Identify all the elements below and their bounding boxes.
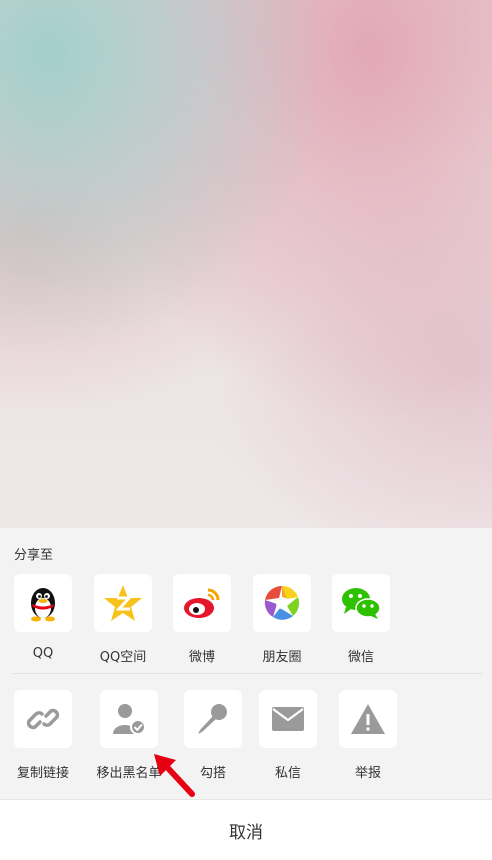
report-tile[interactable] xyxy=(339,690,397,748)
qq-tile[interactable] xyxy=(14,574,72,632)
report-label: 举报 xyxy=(354,766,381,781)
link-icon xyxy=(26,708,60,730)
share-moments-label: 朋友圈 xyxy=(262,650,302,665)
private-message-button[interactable]: 私信 xyxy=(253,690,323,781)
share-title: 分享至 xyxy=(14,548,54,563)
mail-icon xyxy=(272,707,304,731)
share-weibo-label: 微博 xyxy=(188,650,215,665)
red-arrow-annotation xyxy=(154,754,195,797)
microphone-icon xyxy=(198,704,227,734)
copy-link-tile[interactable] xyxy=(14,690,72,748)
weibo-icon xyxy=(184,588,220,618)
share-qq[interactable]: QQ xyxy=(8,574,78,661)
share-wechat[interactable]: 微信 xyxy=(326,574,396,665)
share-weibo[interactable]: 微博 xyxy=(167,574,237,665)
share-wechat-label: 微信 xyxy=(347,650,374,665)
user-check-icon xyxy=(113,704,146,735)
cancel-button[interactable]: 取消 xyxy=(0,799,492,860)
private-message-tile[interactable] xyxy=(259,690,317,748)
share-sheet: 分享至 QQ QQ空间 微博 朋友圈 微信 复制链接 移出黑名单 勾搭 私信 举… xyxy=(0,528,492,860)
share-moments[interactable]: 朋友圈 xyxy=(247,574,317,665)
wechat-icon xyxy=(342,588,381,619)
report-button[interactable]: 举报 xyxy=(333,690,403,781)
moments-aperture-icon xyxy=(264,585,300,620)
qzone-star-icon xyxy=(104,585,142,621)
remove-blacklist-tile[interactable] xyxy=(100,690,158,748)
copy-link-label: 复制链接 xyxy=(16,766,69,781)
section-divider xyxy=(12,673,482,674)
warning-icon xyxy=(351,704,385,734)
share-qzone-label: QQ空间 xyxy=(99,650,147,665)
qq-penguin-icon xyxy=(31,588,55,622)
copy-link-button[interactable]: 复制链接 xyxy=(8,690,78,781)
share-qzone[interactable]: QQ空间 xyxy=(88,574,158,665)
weibo-tile[interactable] xyxy=(173,574,231,632)
moments-tile[interactable] xyxy=(253,574,311,632)
background-image xyxy=(0,0,492,528)
wechat-tile[interactable] xyxy=(332,574,390,632)
qzone-tile[interactable] xyxy=(94,574,152,632)
private-message-label: 私信 xyxy=(274,766,301,781)
share-qq-label: QQ xyxy=(32,646,54,661)
hook-up-tile[interactable] xyxy=(184,690,242,748)
